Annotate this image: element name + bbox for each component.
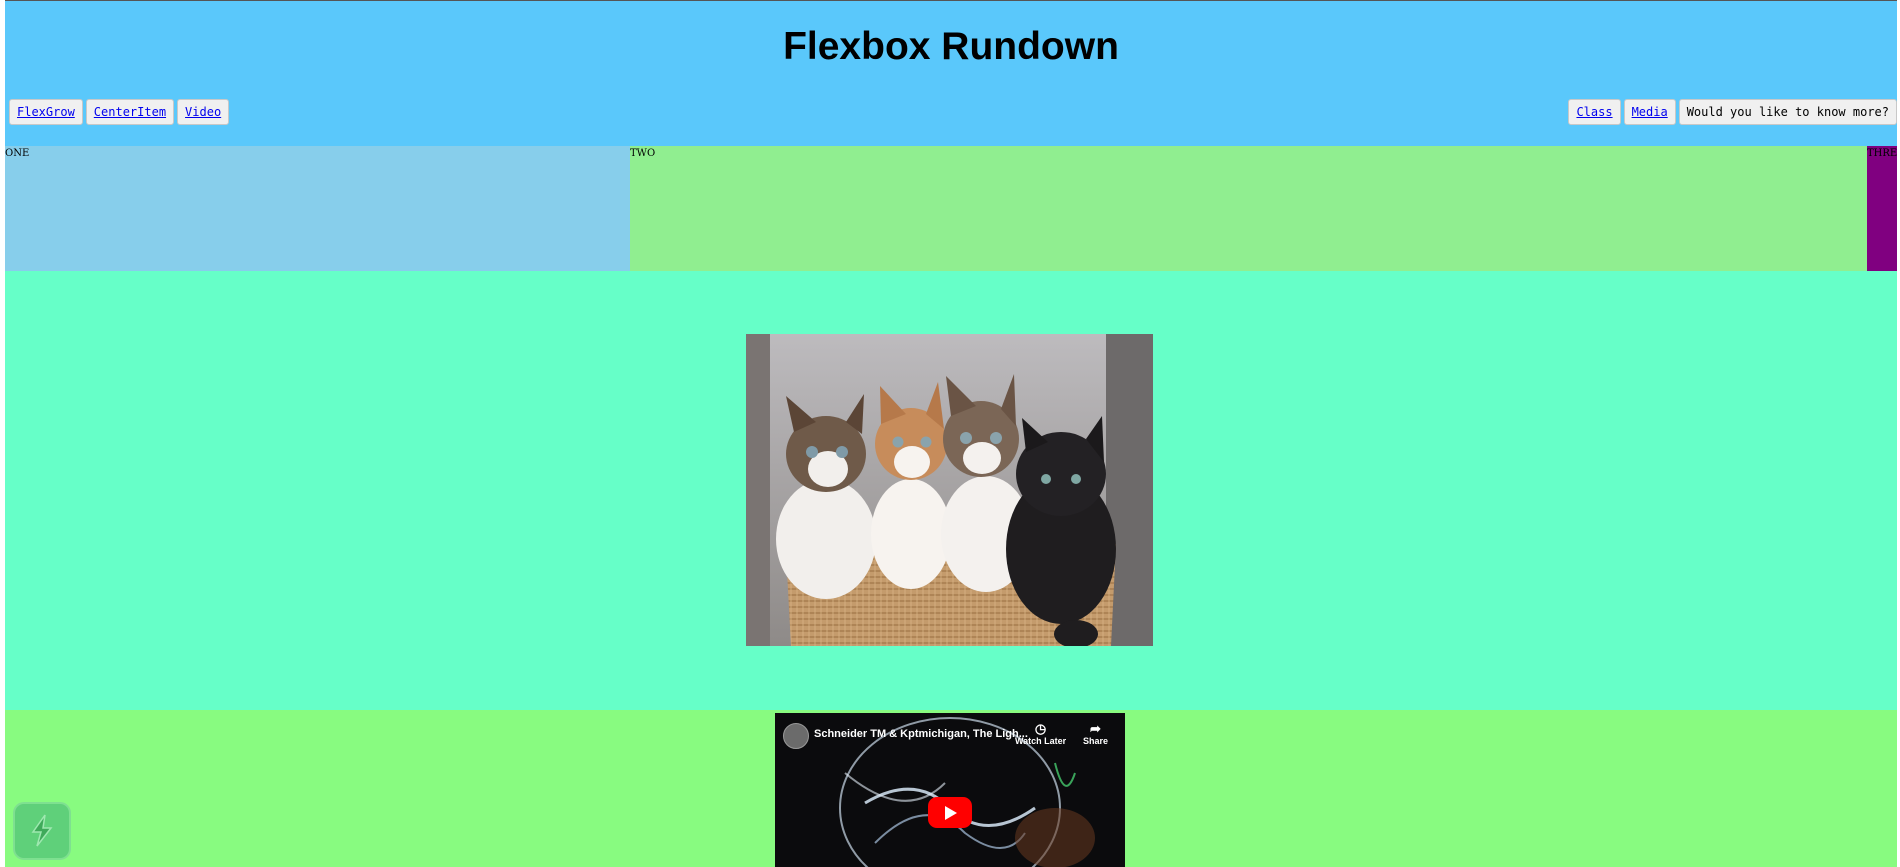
s-logo-icon: [31, 814, 53, 847]
flex-box-one-label: ONE: [5, 148, 30, 159]
share-label: Share: [1083, 736, 1109, 746]
nav-link-class[interactable]: Class: [1568, 99, 1621, 125]
nav-link-video[interactable]: Video: [177, 99, 230, 125]
flex-box-two-label: TWO: [630, 148, 656, 159]
extension-logo-button[interactable]: [13, 802, 71, 860]
share-icon: ➦: [1090, 721, 1101, 736]
watch-later-button[interactable]: ◷ Watch Later: [1015, 721, 1066, 746]
flex-box-two: TWO: [630, 146, 1867, 271]
watch-later-label: Watch Later: [1015, 736, 1067, 746]
know-more-button[interactable]: Would you like to know more?: [1678, 99, 1897, 125]
nav-link-flexgrow[interactable]: FlexGrow: [9, 99, 83, 125]
play-icon[interactable]: [928, 797, 972, 828]
nav-left: FlexGrow CenterItem Video: [9, 99, 230, 125]
flex-box-three-label: THREE: [1867, 148, 1897, 159]
flex-grow-section: ONE TWO THREE: [5, 146, 1897, 271]
kittens-image: [746, 334, 1153, 646]
page-title: Flexbox Rundown: [783, 25, 1119, 68]
flex-box-one: ONE: [5, 146, 630, 271]
youtube-embed[interactable]: Schneider TM & Kptmichigan, The Ligh... …: [775, 713, 1125, 867]
video-title[interactable]: Schneider TM & Kptmichigan, The Ligh...: [814, 728, 1028, 740]
share-button[interactable]: ➦ Share: [1083, 721, 1108, 746]
nav-link-centeritem[interactable]: CenterItem: [85, 99, 175, 125]
center-item-section: [5, 271, 1897, 710]
video-section: Schneider TM & Kptmichigan, The Ligh... …: [5, 710, 1897, 867]
kittens-illustration: [746, 334, 1153, 646]
channel-avatar[interactable]: [783, 723, 809, 749]
flex-box-three: THREE: [1867, 146, 1897, 271]
nav-link-media[interactable]: Media: [1623, 99, 1676, 125]
clock-icon: ◷: [1034, 721, 1047, 736]
nav-right: Class Media Would you like to know more?: [1568, 99, 1897, 125]
page-header: Flexbox Rundown FlexGrow CenterItem Vide…: [5, 1, 1897, 146]
